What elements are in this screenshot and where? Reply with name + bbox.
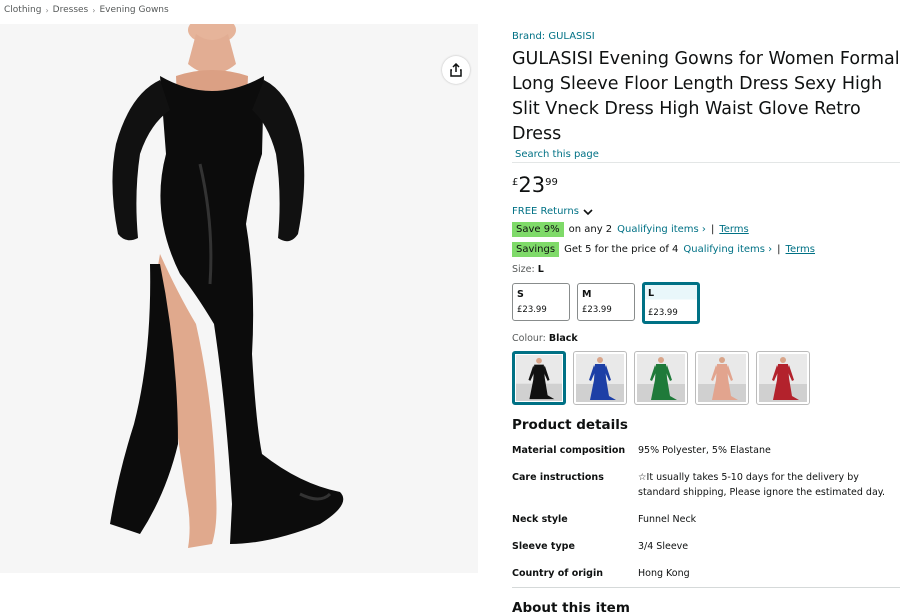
product-title: GULASISI Evening Gowns for Women Formal … <box>512 49 900 144</box>
size-name: M <box>582 289 592 300</box>
save-badge: Save 9% <box>512 222 564 237</box>
swatch-image <box>516 355 562 401</box>
selected-size: L <box>537 264 544 275</box>
chevron-right-icon: › <box>92 5 96 15</box>
colour-swatch-blue[interactable] <box>573 351 627 405</box>
breadcrumb-dresses[interactable]: Dresses <box>53 5 89 15</box>
swatch-image <box>576 354 624 402</box>
size-option-m[interactable]: M £23.99 <box>577 283 635 321</box>
product-image[interactable] <box>0 24 478 573</box>
breadcrumb-evening-gowns[interactable]: Evening Gowns <box>99 5 168 15</box>
brand-link[interactable]: Brand: GULASISI <box>512 31 595 42</box>
breadcrumb-clothing[interactable]: Clothing <box>4 5 41 15</box>
swatch-image <box>637 354 685 402</box>
divider <box>512 587 900 588</box>
product-details-table: Material composition 95% Polyester, 5% E… <box>512 443 900 593</box>
separator: | <box>710 224 715 235</box>
detail-row: Neck style Funnel Neck <box>512 512 900 539</box>
detail-value: 3/4 Sleeve <box>638 541 689 552</box>
detail-value: Hong Kong <box>638 568 690 579</box>
product-info: Brand: GULASISI GULASISI Evening Gowns f… <box>512 24 900 616</box>
colour-swatch-black[interactable] <box>512 351 566 405</box>
share-icon <box>450 63 462 77</box>
swatch-image <box>698 354 746 402</box>
promo-save: Save 9% on any 2 Qualifying items › | Te… <box>512 222 900 237</box>
detail-value: 95% Polyester, 5% Elastane <box>638 445 771 456</box>
swatch-image <box>759 354 807 402</box>
detail-row: Sleeve type 3/4 Sleeve <box>512 539 900 566</box>
chevron-down-icon <box>583 208 593 215</box>
size-option-s[interactable]: S £23.99 <box>512 283 570 321</box>
search-this-page-link[interactable]: Search this page <box>512 149 900 163</box>
size-name: S <box>517 289 524 300</box>
share-button[interactable] <box>442 56 470 84</box>
free-returns[interactable]: FREE Returns <box>512 206 900 217</box>
promo-text: Get 5 for the price of 4 <box>564 244 679 255</box>
detail-key: Material composition <box>512 445 626 456</box>
size-label: Size: L <box>512 264 900 275</box>
promo-text: on any 2 <box>568 224 613 235</box>
separator: | <box>777 244 781 255</box>
colour-swatch-pink[interactable] <box>695 351 749 405</box>
detail-key: Care instructions <box>512 472 604 483</box>
terms-link[interactable]: Terms <box>719 224 748 235</box>
size-label-text: Size: <box>512 264 535 275</box>
size-price: £23.99 <box>517 305 547 315</box>
size-option-l[interactable]: L £23.99 <box>642 282 700 324</box>
colour-swatches <box>512 351 900 405</box>
size-options: S £23.99 M £23.99 L £23.99 <box>512 282 900 324</box>
colour-label-text: Colour: <box>512 333 546 344</box>
savings-badge: Savings <box>512 242 560 257</box>
colour-swatch-red[interactable] <box>756 351 810 405</box>
detail-key: Country of origin <box>512 568 604 579</box>
detail-value: Funnel Neck <box>638 514 697 525</box>
detail-value: ☆It usually takes 5-10 days for the deli… <box>638 472 886 498</box>
free-returns-label: FREE Returns <box>512 206 579 217</box>
detail-row: Care instructions ☆It usually takes 5-10… <box>512 470 900 512</box>
price-fraction: 99 <box>545 177 558 188</box>
detail-row: Country of origin Hong Kong <box>512 566 900 593</box>
qualifying-items-link[interactable]: Qualifying items › <box>683 244 772 255</box>
selected-colour: Black <box>548 333 578 344</box>
price: £ 23 99 <box>512 175 900 196</box>
chevron-right-icon: › <box>45 5 49 15</box>
detail-key: Sleeve type <box>512 541 575 552</box>
size-name: L <box>648 288 655 299</box>
price-whole: 23 <box>518 173 546 197</box>
promo-savings: Savings Get 5 for the price of 4 Qualify… <box>512 242 900 257</box>
colour-swatch-green[interactable] <box>634 351 688 405</box>
detail-row: Material composition 95% Polyester, 5% E… <box>512 443 900 470</box>
size-price: £23.99 <box>648 308 678 318</box>
about-this-item-heading: About this item <box>512 600 630 616</box>
detail-key: Neck style <box>512 514 568 525</box>
product-details-heading: Product details <box>512 417 628 433</box>
terms-link[interactable]: Terms <box>786 244 815 255</box>
breadcrumb: Clothing › Dresses › Evening Gowns <box>4 5 169 15</box>
size-price: £23.99 <box>582 305 612 315</box>
dress-illustration <box>110 24 344 548</box>
qualifying-items-link[interactable]: Qualifying items › <box>617 224 706 235</box>
colour-label: Colour: Black <box>512 333 900 344</box>
